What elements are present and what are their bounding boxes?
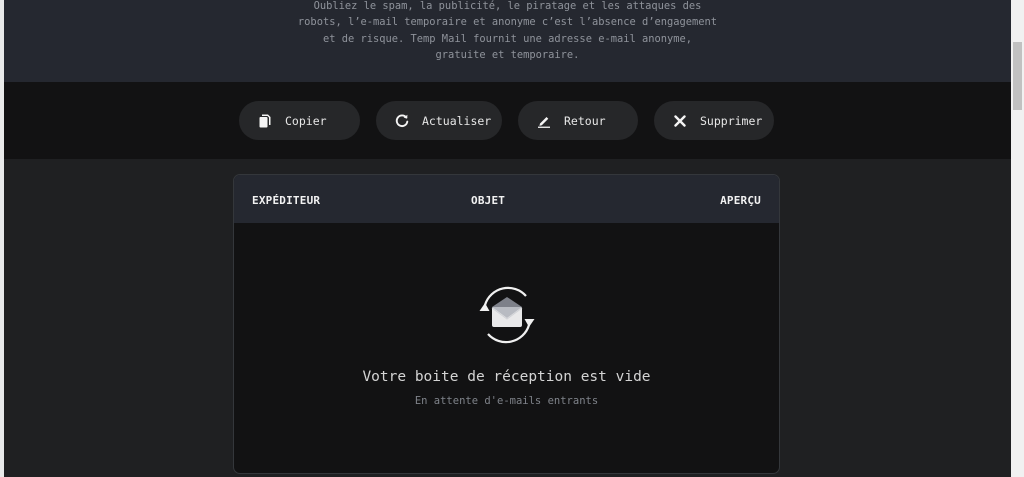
page-scrollbar[interactable] [1011, 0, 1024, 477]
inbox-panel: EXPÉDITEUR OBJET APERÇU Votre boite de r… [233, 174, 780, 474]
delete-button-label: Supprimer [700, 113, 763, 128]
refresh-button-label: Actualiser [422, 113, 492, 128]
hero-description: Oubliez le spam, la publicité, le pirata… [298, 0, 718, 64]
hero-line: Oubliez le spam, la publicité, le pirata… [313, 0, 702, 12]
empty-inbox-state: Votre boite de réception est vide En att… [234, 223, 779, 473]
copy-button-label: Copier [285, 113, 327, 128]
empty-inbox-subtitle: En attente d'e-mails entrants [414, 395, 599, 407]
column-header-preview: APERÇU [720, 194, 761, 207]
inbox-header: EXPÉDITEUR OBJET APERÇU [234, 175, 779, 223]
action-toolbar: Copier Actualiser Retour Supprimer [4, 82, 1011, 159]
back-button-label: Retour [564, 113, 606, 128]
pen-icon [537, 114, 551, 128]
hero-section: Oubliez le spam, la publicité, le pirata… [4, 0, 1011, 82]
hero-line: robots, l’e-mail temporaire et anonyme c… [297, 16, 718, 29]
column-header-subject: OBJET [471, 194, 506, 207]
copy-button[interactable]: Copier [239, 101, 360, 140]
hero-line: gratuite et temporaire. [435, 49, 580, 62]
hero-line: et de risque. Temp Mail fournit une adre… [322, 32, 693, 45]
copy-icon [258, 114, 272, 128]
envelope-refresh-icon [471, 279, 543, 351]
close-icon [673, 114, 687, 128]
back-button[interactable]: Retour [518, 101, 638, 140]
refresh-button[interactable]: Actualiser [376, 101, 502, 140]
delete-button[interactable]: Supprimer [654, 101, 774, 140]
column-header-sender: EXPÉDITEUR [252, 194, 321, 207]
empty-inbox-title: Votre boite de réception est vide [362, 369, 651, 385]
scrollbar-thumb[interactable] [1013, 42, 1022, 110]
refresh-icon [395, 114, 409, 128]
